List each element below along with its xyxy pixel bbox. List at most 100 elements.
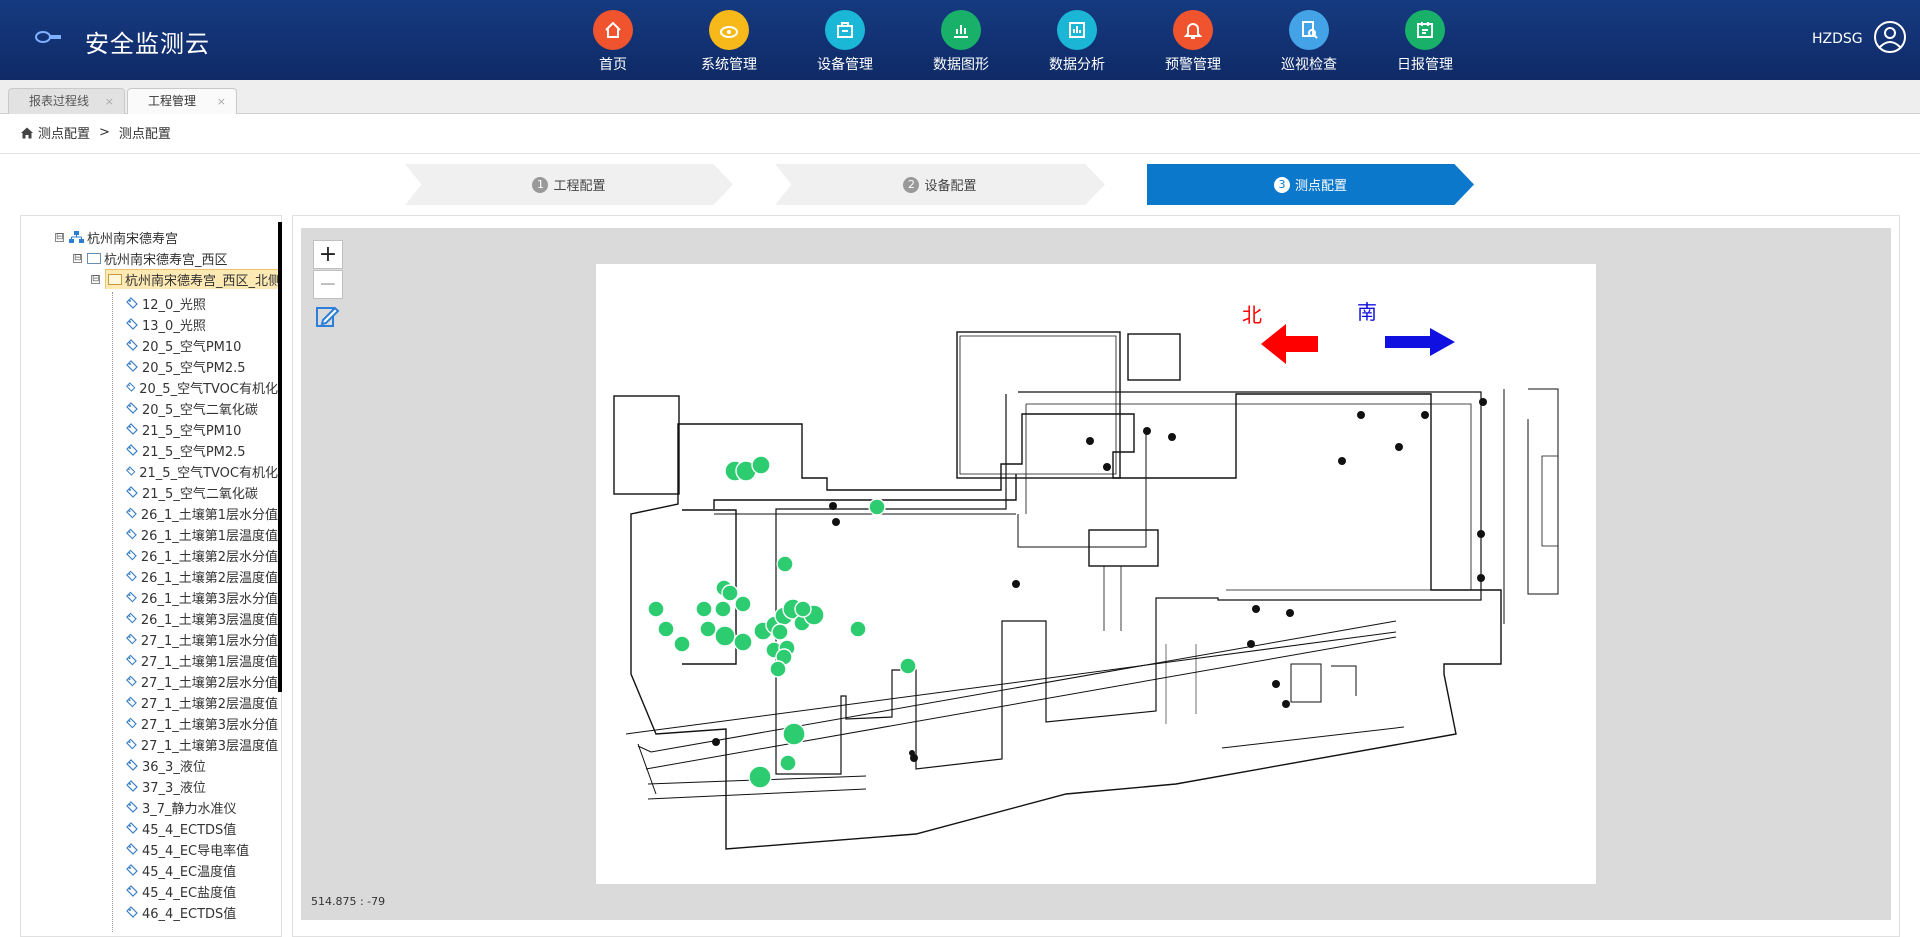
tree-scrollbar[interactable] xyxy=(278,222,282,692)
tree-leaf-point[interactable]: 36_3_液位 xyxy=(125,755,206,775)
close-icon[interactable]: × xyxy=(105,89,114,114)
tree-leaf-label: 20_5_空气PM2.5 xyxy=(142,360,246,376)
nav-item[interactable]: 系统管理 xyxy=(671,0,787,80)
tree-leaf-point[interactable]: 21_5_空气PM10 xyxy=(125,419,241,439)
tab-project-management[interactable]: 工程管理 × xyxy=(127,88,237,114)
tree-leaf-label: 20_5_空气PM10 xyxy=(142,339,242,355)
measure-point-icon xyxy=(126,654,137,666)
tree-leaf-point[interactable]: 21_5_空气二氧化碳 xyxy=(125,482,258,502)
divider xyxy=(0,153,1920,154)
floor-plan-sheet[interactable]: 北 南 xyxy=(596,264,1596,884)
tree-leaf-label: 36_3_液位 xyxy=(142,759,206,775)
user-name[interactable]: HZDSG xyxy=(1812,31,1863,47)
tree-leaf-point[interactable]: 27_1_土壤第3层温度值 xyxy=(125,734,278,754)
tree-leaf-point[interactable]: 26_1_土壤第1层温度值 xyxy=(125,524,278,544)
tree-leaf-label: 27_1_土壤第2层温度值 xyxy=(140,696,278,712)
breadcrumb-home[interactable]: 测点配置 xyxy=(38,123,90,142)
nav-item[interactable]: 数据分析 xyxy=(1019,0,1135,80)
tree-leaf-point[interactable]: 13_0_光照 xyxy=(125,314,206,334)
close-icon[interactable]: × xyxy=(217,89,226,114)
tree-leaf-point[interactable]: 45_4_EC导电率值 xyxy=(125,839,249,859)
nav-item[interactable]: 巡视检查 xyxy=(1251,0,1367,80)
tree-leaf-label: 21_5_空气TVOC有机化 xyxy=(139,465,278,481)
tree-leaf-point[interactable]: 27_1_土壤第3层水分值 xyxy=(125,713,278,733)
tree-leaf-point[interactable]: 45_4_ECTDS值 xyxy=(125,818,236,838)
step-project-config[interactable]: 1 工程配置 xyxy=(405,164,733,205)
nav-item[interactable]: 日报管理 xyxy=(1367,0,1483,80)
tab-report-curve[interactable]: 报表过程线 × xyxy=(8,88,125,114)
tree-leaf-label: 45_4_EC盐度值 xyxy=(142,885,237,901)
chart-icon xyxy=(941,10,981,50)
measure-point-icon xyxy=(126,612,137,624)
tab-bar: 报表过程线 × 工程管理 × xyxy=(0,80,1920,114)
draw-edit-icon[interactable] xyxy=(313,302,341,330)
tree-leaf-label: 27_1_土壤第3层水分值 xyxy=(140,717,278,733)
step-device-config[interactable]: 2 设备配置 xyxy=(775,164,1105,205)
tree-leaf-point[interactable]: 37_3_液位 xyxy=(125,776,206,796)
measure-point-icon xyxy=(126,318,138,330)
device-icon xyxy=(825,10,865,50)
tree-leaf-point[interactable]: 26_1_土壤第3层温度值 xyxy=(125,608,278,628)
tree-leaf-point[interactable]: 27_1_土壤第2层温度值 xyxy=(125,692,278,712)
measure-point-icon xyxy=(125,382,136,392)
tree-leaf-point[interactable]: 46_4_ECTDS值 xyxy=(125,902,236,922)
tree-leaf-point[interactable]: 27_1_土壤第2层水分值 xyxy=(125,671,278,691)
tree-node-zone[interactable]: ⊟ 杭州南宋德寿宫_西区 xyxy=(73,248,228,268)
measure-point-icon xyxy=(126,507,137,519)
tree-leaf-label: 20_5_空气TVOC有机化 xyxy=(139,381,278,397)
tree-leaf-point[interactable]: 26_1_土壤第1层水分值 xyxy=(125,503,278,523)
collapse-icon[interactable]: ⊟ xyxy=(91,274,100,284)
user-avatar-icon[interactable] xyxy=(1873,20,1907,54)
calendar-icon xyxy=(1405,10,1445,50)
measure-point-icon xyxy=(126,360,138,372)
step-number: 2 xyxy=(903,176,920,193)
collapse-icon[interactable]: ⊟ xyxy=(55,232,64,242)
collapse-icon[interactable]: ⊟ xyxy=(73,253,82,263)
breadcrumb: 测点配置 > 测点配置 xyxy=(20,123,171,142)
tree-leaf-point[interactable]: 20_5_空气二氧化碳 xyxy=(125,398,258,418)
nav-item[interactable]: 数据图形 xyxy=(903,0,1019,80)
tree-leaf-point[interactable]: 26_1_土壤第2层温度值 xyxy=(125,566,278,586)
tree-leaf-point[interactable]: 45_4_EC盐度值 xyxy=(125,881,236,901)
step-label: 测点配置 xyxy=(1294,179,1347,194)
tree-node-selected[interactable]: ⊟ 杭州南宋德寿宫_西区_北侧 xyxy=(91,269,279,289)
tree-leaf-label: 26_1_土壤第3层水分值 xyxy=(140,591,278,607)
main-nav: 首页 系统管理 设备管理 数据图形 数据分析 预警管理 巡视检查 日报管理 xyxy=(555,0,1483,80)
nav-item[interactable]: 设备管理 xyxy=(787,0,903,80)
tree-leaf-label: 27_1_土壤第2层水分值 xyxy=(140,675,278,691)
measure-point-icon xyxy=(126,759,138,771)
measure-point-icon xyxy=(126,780,138,792)
tree-leaf-point[interactable]: 12_0_光照 xyxy=(125,293,206,313)
app-title: 安全监测云 xyxy=(85,30,210,58)
tree-leaf-point[interactable]: 27_1_土壤第1层温度值 xyxy=(125,650,278,670)
tree-leaf-point[interactable]: 45_4_EC温度值 xyxy=(125,860,236,880)
home-icon xyxy=(21,127,33,138)
measure-point-icon xyxy=(125,466,136,476)
tree-leaf-point[interactable]: 3_7_静力水准仪 xyxy=(125,797,237,817)
zoom-out-button[interactable]: − xyxy=(313,270,343,299)
zoom-in-button[interactable]: + xyxy=(313,240,343,269)
step-number: 3 xyxy=(1273,176,1290,193)
measure-point-icon xyxy=(126,444,138,456)
tree-leaf-label: 12_0_光照 xyxy=(142,297,206,313)
north-label: 北 xyxy=(1242,304,1262,327)
nav-item[interactable]: 预警管理 xyxy=(1135,0,1251,80)
tree-leaf-point[interactable]: 21_5_空气PM2.5 xyxy=(125,440,246,460)
analysis-icon xyxy=(1057,10,1097,50)
nav-item[interactable]: 首页 xyxy=(555,0,671,80)
tree-guide-line xyxy=(112,292,113,932)
tree-leaf-point[interactable]: 20_5_空气TVOC有机化 xyxy=(125,377,278,397)
tree-leaf-point[interactable]: 26_1_土壤第2层水分值 xyxy=(125,545,278,565)
folder-icon xyxy=(87,252,101,264)
bell-icon xyxy=(1173,10,1213,50)
tree-leaf-point[interactable]: 26_1_土壤第3层水分值 xyxy=(125,587,278,607)
tree-leaf-point[interactable]: 27_1_土壤第1层水分值 xyxy=(125,629,278,649)
measure-point-icon xyxy=(126,675,137,687)
tree-leaf-point[interactable]: 21_5_空气TVOC有机化 xyxy=(125,461,278,481)
step-point-config[interactable]: 3 测点配置 xyxy=(1147,164,1474,205)
step-label: 工程配置 xyxy=(553,179,606,194)
tree-node-root[interactable]: ⊟ 杭州南宋德寿宫 xyxy=(55,227,178,247)
inspection-icon xyxy=(1289,10,1329,50)
tree-leaf-point[interactable]: 20_5_空气PM10 xyxy=(125,335,241,355)
tree-leaf-point[interactable]: 20_5_空气PM2.5 xyxy=(125,356,246,376)
